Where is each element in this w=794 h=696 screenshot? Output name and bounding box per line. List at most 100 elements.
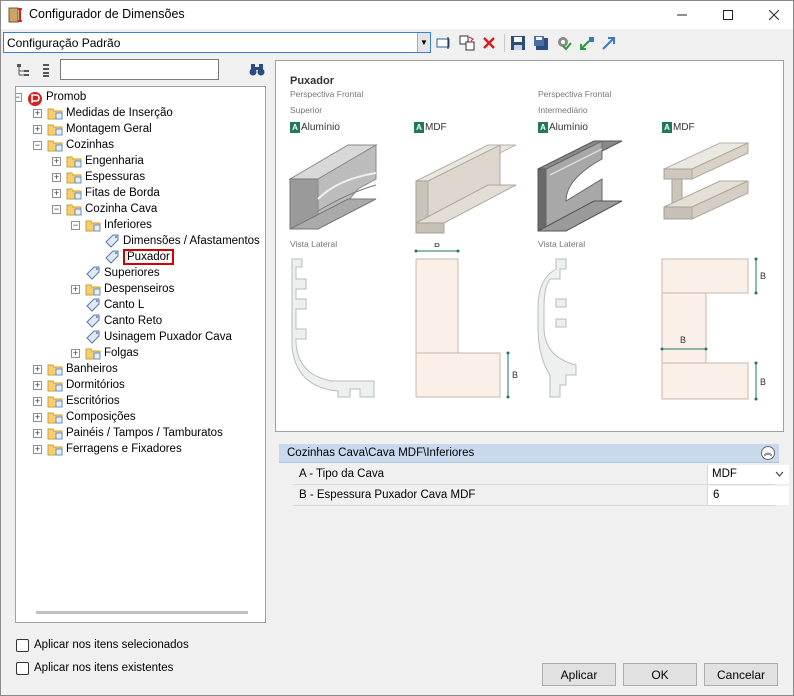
tree-item[interactable]: Fitas de Borda	[66, 185, 160, 201]
properties-header-text: Cozinhas Cava\Cava MDF\Inferiores	[287, 447, 475, 459]
folder-icon	[85, 219, 101, 232]
apply-existing-label: Aplicar nos itens existentes	[34, 662, 174, 674]
tree-item[interactable]: Cozinha Cava	[66, 201, 157, 217]
config-item-icon	[104, 234, 120, 248]
apply-existing-checkbox[interactable]	[16, 661, 29, 675]
properties-header[interactable]: Cozinhas Cava\Cava MDF\Inferiores ︽	[279, 444, 779, 463]
expand-icon[interactable]: +	[33, 125, 42, 134]
collapse-icon[interactable]: −	[33, 141, 42, 150]
tipo-cava-select[interactable]: MDF	[707, 465, 789, 484]
window-title: Configurador de Dimensões	[29, 7, 185, 21]
espessura-input[interactable]: 6	[707, 486, 789, 505]
collapse-icon[interactable]: −	[16, 93, 22, 102]
tree-item[interactable]: Engenharia	[66, 153, 144, 169]
tree-item-label-selected: Puxador	[123, 249, 174, 265]
tree-item-label: Ferragens e Fixadores	[66, 443, 182, 455]
tree-item[interactable]: Puxador	[104, 249, 174, 265]
save-button[interactable]	[508, 33, 528, 53]
folder-icon	[85, 283, 101, 296]
folder-icon	[47, 427, 63, 440]
import-button[interactable]	[577, 33, 597, 53]
search-button[interactable]	[249, 62, 265, 78]
tree-item[interactable]: Cozinhas	[47, 137, 114, 153]
category-tree[interactable]: − Promob + Medidas de Inserção + Montagem Ger…	[15, 86, 266, 623]
tree-item-label: Cozinha Cava	[85, 203, 158, 215]
collapse-icon[interactable]: −	[52, 205, 61, 214]
apply-selected-label: Aplicar nos itens selecionados	[34, 639, 189, 651]
expand-icon[interactable]: +	[52, 157, 61, 166]
ok-button[interactable]: OK	[623, 663, 697, 686]
side-view-label-1: Vista Lateral	[290, 239, 338, 249]
rename-button[interactable]	[434, 33, 454, 53]
expand-icon[interactable]: +	[33, 429, 42, 438]
tree-item[interactable]: Dormitórios	[47, 377, 125, 393]
settings-button[interactable]	[554, 33, 574, 53]
maximize-icon	[723, 10, 733, 20]
expand-icon[interactable]: +	[52, 189, 61, 198]
tree-item[interactable]: Dimensões / Afastamentos	[104, 233, 260, 249]
close-button[interactable]	[751, 1, 794, 29]
tree-item[interactable]: Superiores	[85, 265, 160, 281]
folder-icon	[47, 395, 63, 408]
maximize-button[interactable]	[705, 1, 751, 29]
folder-icon	[66, 171, 82, 184]
search-input[interactable]	[60, 59, 219, 80]
chevron-down-icon[interactable]: ▼	[417, 33, 430, 52]
expand-icon[interactable]: +	[33, 397, 42, 406]
save-as-button[interactable]	[531, 33, 551, 53]
material-badge: A	[290, 122, 300, 133]
expand-icon[interactable]: +	[52, 173, 61, 182]
tree-item[interactable]: Ferragens e Fixadores	[47, 441, 182, 457]
preview-subtitle-4: Intermediário	[538, 105, 588, 115]
tree-item-label: Inferiores	[104, 219, 152, 231]
expand-icon[interactable]: +	[33, 365, 42, 374]
apply-selected-checkbox[interactable]	[16, 638, 29, 652]
tree-item[interactable]: Composições	[47, 409, 136, 425]
tree-item[interactable]: Banheiros	[47, 361, 118, 377]
tree-item-label: Medidas de Inserção	[66, 107, 173, 119]
tree-item[interactable]: Painéis / Tampos / Tamburatos	[47, 425, 223, 441]
collapse-icon[interactable]: ︽	[761, 446, 775, 460]
expand-icon[interactable]: +	[33, 381, 42, 390]
tree-item[interactable]: Usinagem Puxador Cava	[85, 329, 232, 345]
config-select[interactable]: Configuração Padrão ▼	[3, 32, 431, 53]
expand-icon[interactable]: +	[33, 445, 42, 454]
tree-item[interactable]: Montagem Geral	[47, 121, 152, 137]
tree-item-label: Composições	[66, 411, 136, 423]
export-button[interactable]	[599, 33, 619, 53]
tree-item[interactable]: Folgas	[85, 345, 139, 361]
tree-item-label: Canto Reto	[104, 315, 163, 327]
tree-item[interactable]: Canto Reto	[85, 313, 162, 329]
horizontal-scrollbar[interactable]	[36, 611, 248, 614]
delete-config-button[interactable]	[479, 33, 499, 53]
apply-existing-option[interactable]: Aplicar nos itens existentes	[16, 660, 173, 676]
save-icon	[511, 36, 525, 50]
apply-selected-option[interactable]: Aplicar nos itens selecionados	[16, 637, 189, 653]
expand-icon[interactable]: +	[71, 349, 80, 358]
expand-icon[interactable]: +	[71, 285, 80, 294]
tree-item[interactable]: Espessuras	[66, 169, 145, 185]
cancel-button[interactable]: Cancelar	[704, 663, 778, 686]
expand-icon[interactable]: +	[33, 109, 42, 118]
collapse-icon[interactable]: −	[71, 221, 80, 230]
tree-item[interactable]: Inferiores	[85, 217, 152, 233]
dimension-b-label: B	[760, 271, 766, 281]
tree-item[interactable]: Medidas de Inserção	[47, 105, 173, 121]
property-row[interactable]: A - Tipo da Cava MDF	[293, 465, 789, 485]
tree-item[interactable]: Canto L	[85, 297, 144, 313]
minimize-button[interactable]	[659, 1, 705, 29]
apply-button[interactable]: Aplicar	[542, 663, 616, 686]
config-select-value: Configuração Padrão	[7, 36, 121, 50]
tree-item[interactable]: Escritórios	[47, 393, 120, 409]
tree-item[interactable]: Despenseiros	[85, 281, 174, 297]
expand-icon[interactable]: +	[33, 413, 42, 422]
tree-item[interactable]: Promob	[27, 89, 86, 106]
property-row[interactable]: B - Espessura Puxador Cava MDF 6	[293, 486, 789, 506]
preview-panel: Puxador Perspectiva Frontal Superior Per…	[275, 60, 784, 432]
copy-config-button[interactable]	[457, 33, 477, 53]
expand-tree-button[interactable]	[15, 62, 31, 78]
collapse-tree-button[interactable]	[38, 62, 54, 78]
title-bar: Configurador de Dimensões	[1, 1, 793, 29]
material-name-4: MDF	[673, 122, 695, 133]
mdf-intermediario-side-view: B B B	[660, 257, 766, 401]
